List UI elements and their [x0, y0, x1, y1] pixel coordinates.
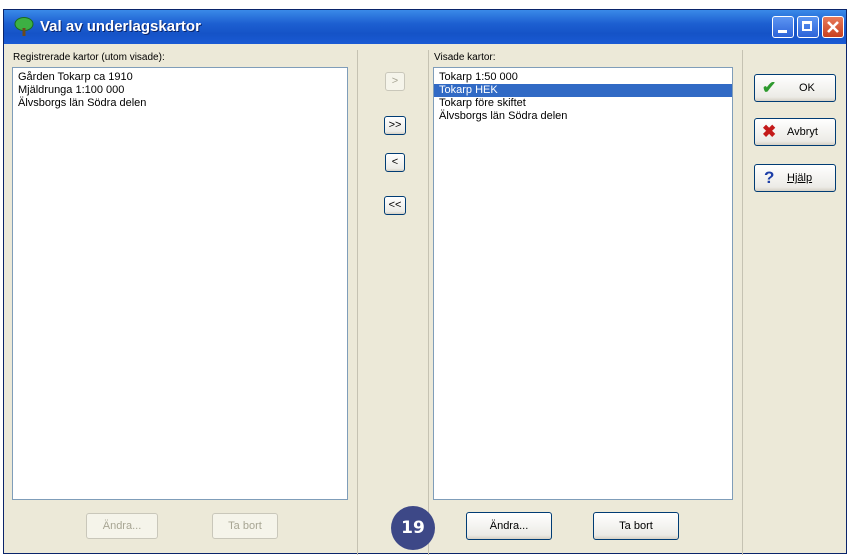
cancel-label: Avbryt: [787, 126, 818, 138]
cancel-button[interactable]: ✖ Avbryt: [754, 118, 836, 146]
left-edit-button[interactable]: Ändra...: [86, 513, 158, 539]
title-bar[interactable]: Val av underlagskartor: [4, 10, 846, 44]
add-all-button[interactable]: >>: [384, 116, 406, 135]
right-edit-button[interactable]: Ändra...: [466, 512, 552, 540]
list-item[interactable]: Älvsborgs län Södra delen: [13, 97, 347, 110]
minimize-icon: [778, 30, 787, 33]
maximize-button[interactable]: [797, 16, 819, 38]
divider: [428, 50, 429, 555]
shown-maps-label: Visade kartor:: [434, 52, 496, 63]
ok-label: OK: [799, 82, 815, 94]
window-title: Val av underlagskartor: [40, 18, 201, 35]
question-icon: ?: [764, 168, 775, 187]
list-item[interactable]: Mjäldrunga 1:100 000: [13, 84, 347, 97]
right-remove-button[interactable]: Ta bort: [593, 512, 679, 540]
left-remove-button[interactable]: Ta bort: [212, 513, 278, 539]
x-icon: ✖: [762, 122, 777, 141]
help-button[interactable]: ? Hjälp: [754, 164, 836, 192]
registered-maps-label: Registrerade kartor (utom visade):: [13, 52, 165, 63]
list-item-selected[interactable]: Tokarp HEK: [434, 84, 732, 97]
close-icon: [827, 21, 839, 33]
remove-all-button[interactable]: <<: [384, 196, 406, 215]
list-item[interactable]: Tokarp 1:50 000: [434, 71, 732, 84]
minimize-button[interactable]: [772, 16, 794, 38]
checkmark-icon: ✔: [762, 78, 777, 97]
remove-one-button[interactable]: <: [385, 153, 405, 172]
shown-maps-list[interactable]: Tokarp 1:50 000 Tokarp HEK Tokarp före s…: [433, 67, 733, 500]
divider: [357, 50, 358, 555]
maximize-icon: [802, 21, 812, 31]
close-button[interactable]: [822, 16, 844, 38]
step-number-badge: 19: [391, 506, 435, 550]
divider: [742, 50, 743, 555]
add-one-button[interactable]: >: [385, 72, 405, 91]
list-item[interactable]: Tokarp före skiftet: [434, 97, 732, 110]
list-item[interactable]: Gården Tokarp ca 1910: [13, 71, 347, 84]
registered-maps-list[interactable]: Gården Tokarp ca 1910 Mjäldrunga 1:100 0…: [12, 67, 348, 500]
ok-button[interactable]: ✔ OK: [754, 74, 836, 102]
tree-icon: [14, 17, 34, 36]
list-item[interactable]: Älvsborgs län Södra delen: [434, 110, 732, 123]
dialog-window: Val av underlagskartor Registrerade kart…: [3, 9, 847, 555]
help-label: Hjälp: [787, 172, 813, 184]
